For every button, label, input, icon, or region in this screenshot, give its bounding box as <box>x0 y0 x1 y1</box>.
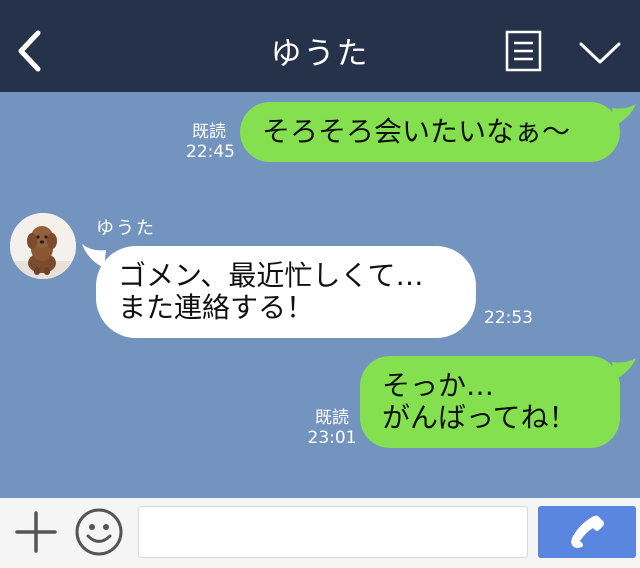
emoji-icon <box>75 508 123 556</box>
message-text-line: また連絡する！ <box>118 291 315 324</box>
read-receipt: 既読 <box>192 122 226 142</box>
message-input[interactable] <box>138 506 528 558</box>
chat-title: ゆうた <box>270 36 370 72</box>
menu-button[interactable] <box>504 30 544 72</box>
collapse-button[interactable] <box>576 38 624 68</box>
message-text-line: がんばってね！ <box>382 401 577 434</box>
call-button[interactable] <box>538 506 636 558</box>
message-meta: 既読 23:01 <box>306 408 358 448</box>
message-time: 23:01 <box>307 428 357 448</box>
sender-name: ゆうた <box>96 218 156 239</box>
chat-area: 既読 22:45 そろそろ会いたいなぁ〜 ゆうた ゴメン、最近忙しくて… また連… <box>0 92 640 498</box>
message-text: そろそろ会いたいなぁ〜 <box>262 115 571 148</box>
message-text-line: ゴメン、最近忙しくて… <box>118 259 424 292</box>
plus-icon <box>15 511 57 553</box>
chevron-down-icon <box>579 42 621 64</box>
chat-header: ゆうた <box>0 0 640 92</box>
phone-icon <box>571 515 604 548</box>
message-bubble-sent[interactable]: そっか… がんばってね！ <box>360 356 620 448</box>
message-text-line: そっか… <box>382 369 495 402</box>
message-bubble-sent[interactable]: そろそろ会いたいなぁ〜 <box>240 102 620 162</box>
message-time: 22:53 <box>484 308 533 328</box>
message-meta: 既読 22:45 <box>186 122 235 162</box>
add-attachment-button[interactable] <box>14 510 58 554</box>
input-bar <box>0 498 640 568</box>
message-bubble-received[interactable]: ゴメン、最近忙しくて… また連絡する！ <box>96 246 476 338</box>
bubble-tail <box>612 358 636 380</box>
message-time: 22:45 <box>186 142 235 162</box>
menu-icon <box>505 30 542 72</box>
dog-avatar-icon <box>10 213 76 279</box>
emoji-button[interactable] <box>74 507 124 557</box>
read-receipt: 既読 <box>315 408 349 428</box>
bubble-tail <box>612 104 636 126</box>
avatar[interactable] <box>10 213 76 279</box>
